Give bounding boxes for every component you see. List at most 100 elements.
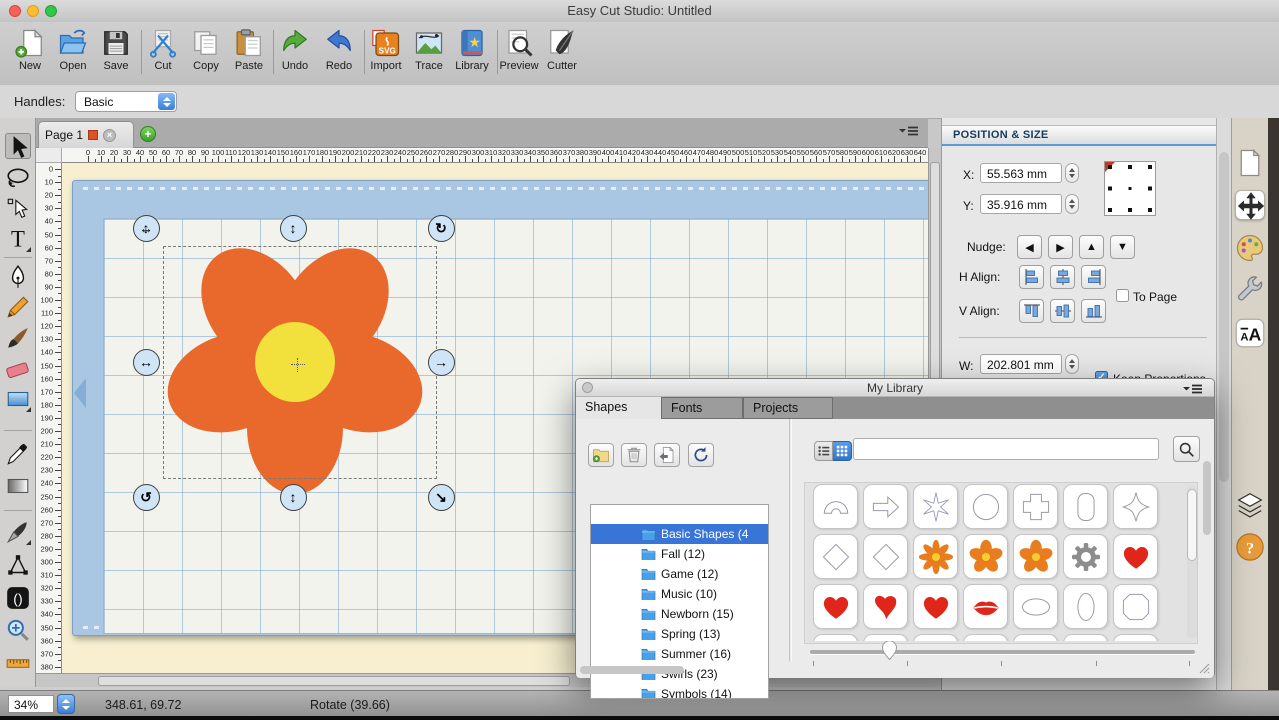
shape-flower5[interactable] (963, 534, 1008, 579)
anchor-point-selector[interactable] (1104, 161, 1156, 216)
pencil-tool[interactable] (5, 294, 31, 320)
rotate-ccw-handle[interactable]: ↺ (133, 484, 160, 511)
resize-diag-handle[interactable]: ↘ (428, 484, 455, 511)
move-panel-button[interactable] (1235, 190, 1265, 220)
shape-lips[interactable] (963, 584, 1008, 629)
shape-rounded-rect[interactable] (1063, 484, 1108, 529)
folder-add-button[interactable] (588, 443, 614, 467)
shape-diamond[interactable] (813, 534, 858, 579)
search-button[interactable] (1173, 436, 1200, 462)
x-field[interactable]: 55.563 mm (980, 163, 1062, 183)
redo-button[interactable]: Redo (317, 28, 361, 82)
panel-scrollbar[interactable] (1216, 118, 1231, 690)
preview-button[interactable]: Preview (497, 28, 541, 82)
shape-heart-curl[interactable] (863, 584, 908, 629)
shape-heart[interactable] (913, 584, 958, 629)
align-left-button[interactable] (1019, 265, 1044, 289)
close-page-icon[interactable]: × (103, 129, 116, 142)
folder-item[interactable]: Fall (12) (591, 544, 768, 564)
shape-flower5[interactable] (1013, 534, 1058, 579)
canvas-hscroll-thumb[interactable] (98, 676, 570, 686)
nudge-right-button[interactable]: ▶ (1048, 235, 1073, 259)
open-button[interactable]: Open (51, 28, 95, 82)
folder-item[interactable]: Game (12) (591, 564, 768, 584)
copy-button[interactable]: Copy (184, 28, 228, 82)
text-tool[interactable]: T (5, 226, 31, 252)
shape-oval-v[interactable] (1063, 584, 1108, 629)
align-bottom-button[interactable] (1081, 299, 1106, 323)
y-stepper[interactable] (1065, 194, 1079, 214)
select-tool[interactable] (5, 133, 31, 159)
eraser-tool[interactable] (5, 356, 31, 382)
resize-grip-icon[interactable] (1199, 663, 1210, 674)
shape-star4[interactable] (1113, 484, 1158, 529)
shape-tool[interactable] (5, 386, 31, 412)
tab-page-1[interactable]: Page 1 × (38, 121, 134, 148)
library-menu-icon[interactable] (1182, 382, 1204, 398)
tab-fonts[interactable]: Fonts (661, 397, 743, 419)
export-button[interactable] (654, 443, 680, 467)
zoom-stepper[interactable] (57, 694, 75, 714)
add-page-button[interactable]: + (140, 126, 156, 142)
resize-v-handle[interactable]: ↕ (280, 215, 307, 242)
folder-list-scrollbar[interactable] (1203, 461, 1211, 535)
undo-button[interactable]: Undo (273, 28, 317, 82)
nudge-up-button[interactable]: ▲ (1079, 235, 1104, 259)
thumbnail-size-slider[interactable] (810, 650, 1195, 654)
nudge-left-button[interactable]: ◀ (1017, 235, 1042, 259)
handles-dropdown[interactable]: Basic (75, 91, 177, 112)
zoom-tool[interactable] (5, 617, 31, 643)
measure-tool[interactable] (5, 650, 31, 676)
shape-blank[interactable] (1113, 634, 1158, 641)
tabstrip-menu-icon[interactable] (898, 124, 920, 140)
shape-diamond[interactable] (863, 534, 908, 579)
folder-item[interactable]: Newborn (15) (591, 604, 768, 624)
folder-item[interactable]: Music (10) (591, 584, 768, 604)
nudge-down-button[interactable]: ▼ (1110, 235, 1135, 259)
folder-item[interactable]: Symbols (14) (591, 684, 768, 699)
w-field[interactable]: 202.801 mm (980, 354, 1062, 374)
settings-panel-button[interactable] (1235, 276, 1265, 306)
tab-shapes[interactable]: Shapes (576, 397, 661, 419)
shape-grid-scrollbar[interactable] (1187, 486, 1197, 639)
panel-header[interactable]: POSITION & SIZE (942, 125, 1216, 146)
align-right-button[interactable] (1081, 265, 1106, 289)
trace-button[interactable]: Trace (407, 28, 451, 82)
folder-list-hscrollbar[interactable] (580, 666, 684, 674)
shape-arch[interactable] (813, 484, 858, 529)
shape-arrow-right[interactable] (863, 484, 908, 529)
shape-blank[interactable] (1013, 634, 1058, 641)
new-button[interactable]: New (8, 28, 52, 82)
w-stepper[interactable] (1065, 354, 1079, 374)
brush-tool[interactable] (5, 326, 31, 352)
library-title-bar[interactable]: My Library (576, 379, 1214, 397)
shape-flower8[interactable] (913, 534, 958, 579)
document-panel-button[interactable] (1235, 148, 1265, 178)
folder-item[interactable]: Spring (13) (591, 624, 768, 644)
shape-grid-scroll-thumb[interactable] (1187, 489, 1197, 561)
pen-tool[interactable] (5, 264, 31, 290)
y-field[interactable]: 35.916 mm (980, 194, 1062, 214)
save-button[interactable]: Save (94, 28, 138, 82)
shape-heart[interactable] (813, 584, 858, 629)
panel-scroll-thumb[interactable] (1219, 152, 1229, 482)
align-top-button[interactable] (1019, 299, 1044, 323)
shape-blank[interactable] (863, 634, 908, 641)
shape-blank[interactable] (963, 634, 1008, 641)
lasso-tool[interactable] (5, 166, 31, 192)
knife-tool[interactable] (5, 519, 31, 545)
list-view-button[interactable] (814, 441, 833, 461)
fonts-panel-button[interactable]: AA (1235, 318, 1265, 348)
zoom-level-field[interactable]: 34% (8, 695, 54, 713)
library-search-input[interactable] (853, 438, 1159, 460)
refresh-button[interactable] (688, 443, 714, 467)
shape-heart[interactable] (1113, 534, 1158, 579)
shape-circle[interactable] (963, 484, 1008, 529)
shape-blank[interactable] (913, 634, 958, 641)
cut-button[interactable]: Cut (141, 28, 185, 82)
polygon-tool[interactable] (5, 553, 31, 579)
trash-button[interactable] (621, 443, 647, 467)
offset-tool[interactable]: () (5, 585, 31, 611)
resize-v-handle[interactable]: ↕ (280, 484, 307, 511)
colors-panel-button[interactable] (1235, 233, 1265, 263)
